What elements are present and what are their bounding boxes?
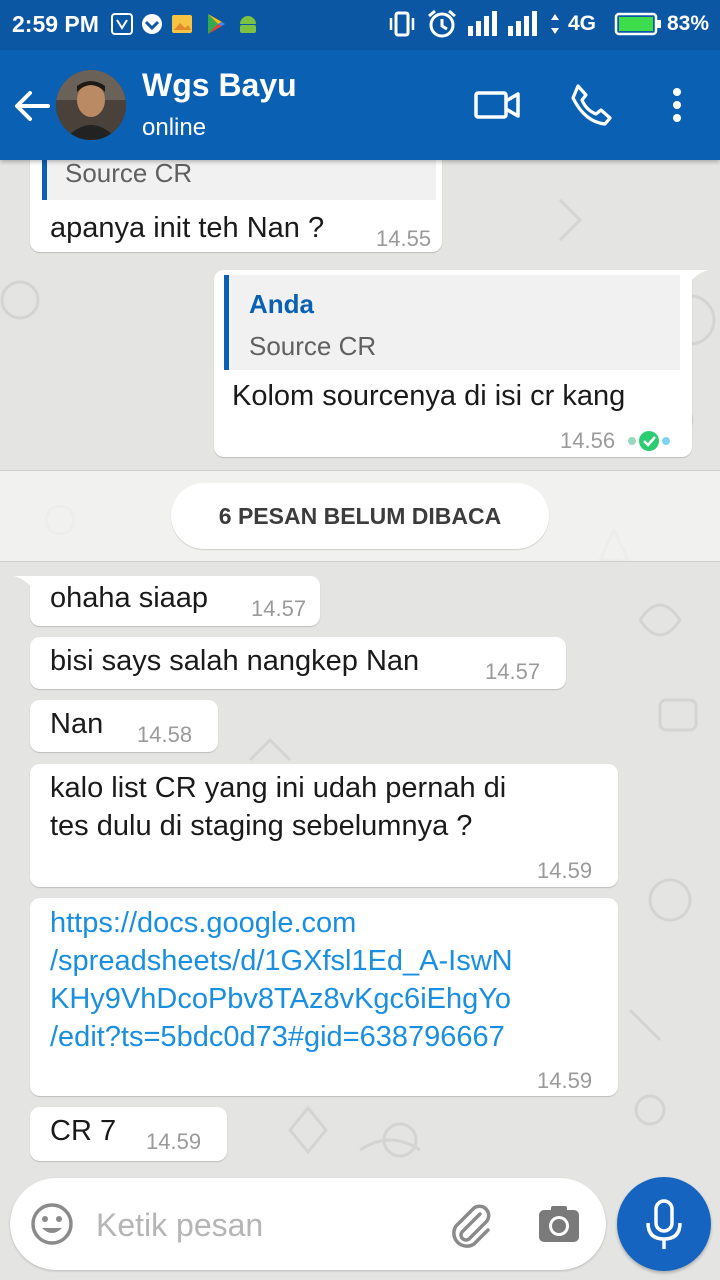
data-transfer-icon — [551, 14, 559, 34]
message-text: CR 7 — [50, 1115, 117, 1147]
message-time: 14.59 — [146, 1129, 202, 1154]
quote-text: Source CR — [65, 158, 193, 188]
message-bubble-incoming[interactable]: CR 7 14.59 — [30, 1107, 227, 1161]
signal-icon-sim2 — [508, 11, 537, 36]
android-debug-icon — [240, 16, 256, 33]
vpn-icon — [111, 13, 133, 35]
message-time: 14.56 — [560, 428, 616, 453]
alarm-icon — [428, 9, 456, 38]
bubble-tail — [14, 576, 36, 594]
message-time: 14.59 — [537, 858, 593, 883]
back-arrow-icon[interactable] — [10, 86, 54, 126]
unread-count-badge: 6 PESAN BELUM DIBACA — [171, 483, 549, 549]
message-input[interactable] — [94, 1194, 438, 1256]
message-text-line: tes dulu di staging sebelumnya ? — [50, 810, 473, 842]
more-options-icon[interactable] — [652, 80, 702, 130]
message-link-line[interactable]: KHy9VhDcoPbv8TAz8vKgc6iEhgYo — [50, 980, 511, 1018]
message-bubble-incoming[interactable]: Nan 14.58 — [30, 700, 218, 752]
message-bubble-incoming[interactable]: ohaha siaap 14.57 — [30, 576, 320, 626]
microphone-icon — [646, 1199, 682, 1249]
attachment-icon[interactable] — [446, 1200, 496, 1250]
battery-icon — [614, 12, 661, 36]
message-bubble-incoming[interactable]: bisi says salah nangkep Nan 14.57 — [30, 637, 566, 689]
message-time: 14.57 — [251, 596, 307, 621]
video-call-icon[interactable] — [472, 80, 522, 130]
network-type: 4G — [568, 12, 597, 35]
vibrate-icon — [389, 11, 415, 37]
signal-icon-sim1 — [468, 11, 497, 36]
voice-call-icon[interactable] — [566, 80, 616, 130]
quote-text: Source CR — [249, 331, 377, 361]
battery-percent: 83% — [667, 12, 710, 35]
contact-name[interactable]: Wgs Bayu — [142, 67, 297, 104]
avatar[interactable] — [56, 70, 126, 140]
message-list[interactable]: Source CR apanya init teh Nan ? 14.55 An… — [0, 0, 720, 1280]
message-time: 14.58 — [137, 722, 193, 747]
message-time: 14.55 — [376, 226, 432, 251]
unread-divider: 6 PESAN BELUM DIBACA — [0, 470, 720, 562]
emoji-icon[interactable] — [28, 1200, 76, 1248]
message-bubble-incoming[interactable]: https://docs.google.com /spreadsheets/d/… — [30, 898, 618, 1096]
app-icon — [142, 14, 162, 34]
message-bubble-incoming[interactable]: kalo list CR yang ini udah pernah di tes… — [30, 764, 618, 887]
contact-status: online — [142, 114, 207, 141]
message-link-line[interactable]: /edit?ts=5bdc0d73#gid=638796667 — [50, 1018, 505, 1056]
status-time: 2:59 PM — [12, 11, 99, 37]
message-link-line[interactable]: https://docs.google.com — [50, 904, 356, 942]
photo-icon — [172, 15, 192, 33]
read-receipt-icon — [628, 431, 670, 451]
message-text: apanya init teh Nan ? — [50, 212, 325, 244]
message-text-line: kalo list CR yang ini udah pernah di — [50, 772, 507, 804]
message-composer — [10, 1178, 606, 1270]
status-bar: 2:59 PM 4G 83% — [0, 0, 720, 50]
microphone-button[interactable] — [617, 1177, 711, 1271]
message-time: 14.59 — [537, 1068, 593, 1093]
reply-quote[interactable]: Anda Source CR — [224, 275, 680, 370]
message-text: ohaha siaap — [50, 582, 209, 614]
message-text: Kolom sourcenya di isi cr kang — [232, 380, 626, 412]
message-text: Nan — [50, 708, 104, 740]
message-bubble-outgoing[interactable]: Anda Source CR Kolom sourcenya di isi cr… — [214, 270, 692, 457]
message-link-line[interactable]: /spreadsheets/d/1GXfsl1Ed_A-IswN — [50, 942, 513, 980]
quote-author: Anda — [249, 289, 314, 319]
message-time: 14.57 — [485, 659, 541, 684]
contact-photo — [56, 70, 126, 140]
camera-icon[interactable] — [536, 1202, 582, 1248]
play-store-icon — [208, 14, 225, 34]
chat-header: Wgs Bayu online — [0, 50, 720, 160]
message-text: bisi says salah nangkep Nan — [50, 645, 420, 677]
bubble-tail — [686, 270, 708, 288]
